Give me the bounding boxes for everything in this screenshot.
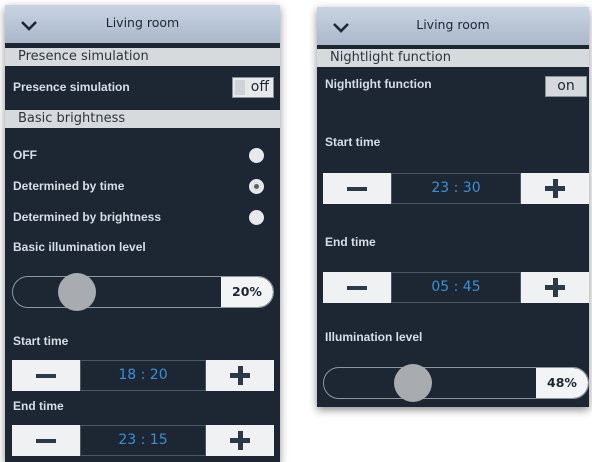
nightlight-function-toggle[interactable]: on <box>545 76 587 97</box>
end-time-label: End time <box>13 399 64 413</box>
minus-icon <box>347 286 367 290</box>
slider-value: 48% <box>536 368 588 398</box>
end-time-value[interactable]: 05 : 45 <box>391 272 521 303</box>
option-off-label: OFF <box>13 148 37 162</box>
option-brightness-label: Determined by brightness <box>13 210 162 224</box>
start-time-label: Start time <box>325 135 381 149</box>
start-time-stepper: 23 : 30 <box>323 173 589 204</box>
increment-button[interactable] <box>521 173 589 204</box>
start-time-value[interactable]: 23 : 30 <box>391 173 521 204</box>
start-time-stepper: 18 : 20 <box>12 360 274 391</box>
header-title: Living room <box>105 15 180 30</box>
illumination-level-slider[interactable]: 48% <box>323 367 589 399</box>
header-title: Living room <box>416 17 490 32</box>
end-time-label: End time <box>325 235 376 249</box>
option-brightness-radio[interactable] <box>249 210 264 225</box>
slider-value: 20% <box>221 277 273 307</box>
section-basic-brightness: Basic brightness <box>5 110 280 128</box>
right-panel: Living room Nightlight function Nightlig… <box>317 7 589 407</box>
toggle-state: on <box>557 78 575 94</box>
end-time-stepper: 05 : 45 <box>323 272 589 303</box>
decrement-button[interactable] <box>323 173 391 204</box>
header-bar: Living room <box>317 7 589 45</box>
decrement-button[interactable] <box>12 425 80 456</box>
section-nightlight-function: Nightlight function <box>317 49 589 67</box>
end-time-stepper: 23 : 15 <box>12 425 274 456</box>
option-off-radio[interactable] <box>249 148 264 163</box>
decrement-button[interactable] <box>323 272 391 303</box>
presence-simulation-label: Presence simulation <box>13 80 130 94</box>
header-bar: Living room <box>5 5 280 43</box>
option-time-label: Determined by time <box>13 179 125 193</box>
minus-icon <box>36 374 56 378</box>
start-time-label: Start time <box>13 334 69 348</box>
toggle-state: off <box>250 79 269 95</box>
minus-icon <box>36 439 56 443</box>
toggle-grip <box>235 80 245 95</box>
decrement-button[interactable] <box>12 360 80 391</box>
increment-button[interactable] <box>206 360 274 391</box>
end-time-value[interactable]: 23 : 15 <box>80 425 206 456</box>
basic-illumination-slider[interactable]: 20% <box>12 276 274 308</box>
nightlight-function-label: Nightlight function <box>325 77 432 91</box>
left-panel: Living room Presence simulation Presence… <box>5 5 280 462</box>
illumination-level-label: Illumination level <box>325 330 423 344</box>
minus-icon <box>347 187 367 191</box>
increment-button[interactable] <box>521 272 589 303</box>
slider-knob[interactable] <box>58 273 97 311</box>
start-time-value[interactable]: 18 : 20 <box>80 360 206 391</box>
basic-illumination-label: Basic illumination level <box>13 240 146 254</box>
section-presence-simulation: Presence simulation <box>5 48 280 66</box>
option-time-radio[interactable] <box>249 179 264 194</box>
presence-simulation-toggle[interactable]: off <box>232 77 274 98</box>
increment-button[interactable] <box>206 425 274 456</box>
